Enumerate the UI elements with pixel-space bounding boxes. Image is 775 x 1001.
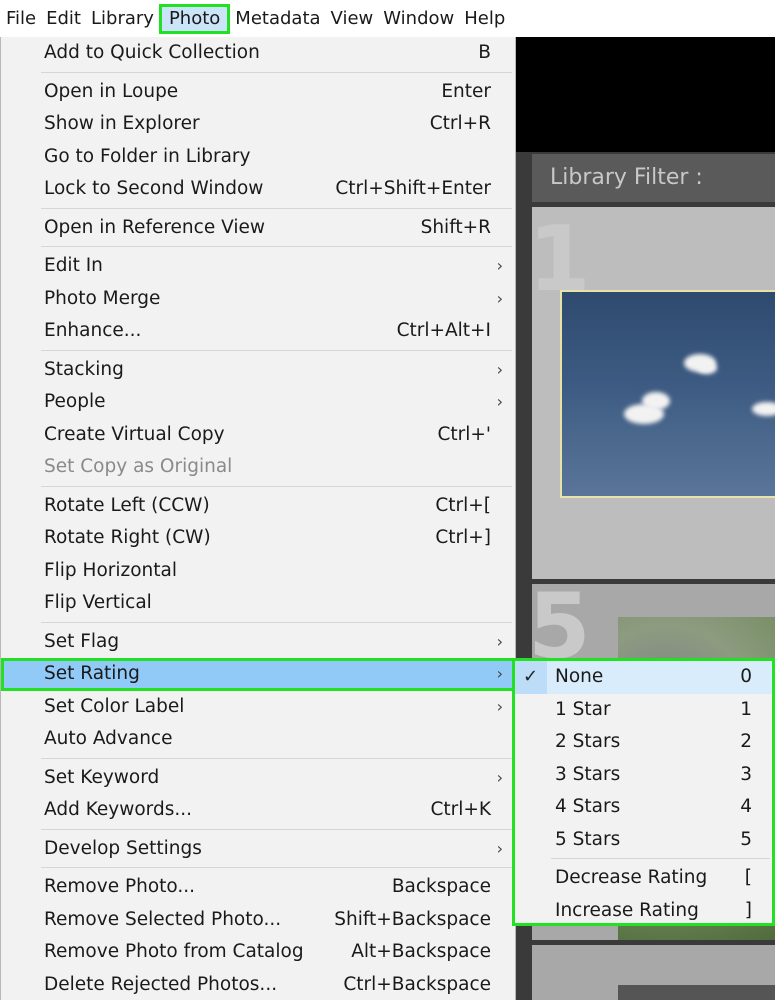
menu-window[interactable]: Window	[378, 4, 459, 34]
menu-item-lock-to-second-window[interactable]: Lock to Second WindowCtrl+Shift+Enter	[1, 173, 515, 206]
menu-item-add-keywords[interactable]: Add Keywords...Ctrl+K	[1, 794, 515, 827]
menu-item-rotate-right[interactable]: Rotate Right (CW)Ctrl+]	[1, 522, 515, 555]
menu-item-enhance[interactable]: Enhance...Ctrl+Alt+I	[1, 315, 515, 348]
chevron-right-icon: ›	[497, 762, 503, 795]
menu-item-create-virtual-copy[interactable]: Create Virtual CopyCtrl+'	[1, 419, 515, 452]
menu-item-flip-vertical[interactable]: Flip Vertical	[1, 587, 515, 620]
rating-item-none[interactable]: ✓None0	[515, 661, 772, 694]
menu-view[interactable]: View	[326, 4, 379, 34]
menu-item-flip-horizontal[interactable]: Flip Horizontal	[1, 555, 515, 588]
menu-item-set-rating[interactable]: Set Rating›	[1, 658, 515, 691]
menu-item-stacking[interactable]: Stacking›	[1, 354, 515, 387]
menu-item-remove-photo-from-catalog[interactable]: Remove Photo from CatalogAlt+Backspace	[1, 936, 515, 969]
photo-menu: Add to Quick CollectionB Open in LoupeEn…	[0, 37, 516, 1000]
menu-item-develop-settings[interactable]: Develop Settings›	[1, 833, 515, 866]
chevron-right-icon: ›	[497, 283, 503, 316]
chevron-right-icon: ›	[497, 833, 503, 866]
chevron-right-icon: ›	[497, 354, 503, 387]
menu-library[interactable]: Library	[86, 4, 159, 34]
checkmark-icon: ✓	[523, 661, 538, 694]
menu-item-remove-photo[interactable]: Remove Photo...Backspace	[1, 871, 515, 904]
menu-item-edit-in[interactable]: Edit In›	[1, 250, 515, 283]
photo-thumbnail[interactable]	[618, 985, 775, 1000]
menu-item-photo-merge[interactable]: Photo Merge›	[1, 283, 515, 316]
rating-item-5-stars[interactable]: 5 Stars5	[515, 824, 772, 857]
menu-item-auto-advance[interactable]: Auto Advance	[1, 723, 515, 756]
chevron-right-icon: ›	[497, 250, 503, 283]
rating-item-2-stars[interactable]: 2 Stars2	[515, 726, 772, 759]
menu-item-show-in-explorer[interactable]: Show in ExplorerCtrl+R	[1, 108, 515, 141]
set-rating-submenu: ✓None0 1 Star1 2 Stars2 3 Stars3 4 Stars…	[512, 658, 775, 926]
rating-item-1-star[interactable]: 1 Star1	[515, 694, 772, 727]
rating-item-increase[interactable]: Increase Rating]	[515, 895, 772, 928]
menu-file[interactable]: File	[0, 4, 41, 34]
menu-item-go-to-folder[interactable]: Go to Folder in Library	[1, 141, 515, 174]
menu-item-set-flag[interactable]: Set Flag›	[1, 626, 515, 659]
menu-metadata[interactable]: Metadata	[230, 4, 325, 34]
rating-item-decrease[interactable]: Decrease Rating[	[515, 862, 772, 895]
menu-item-rotate-left[interactable]: Rotate Left (CCW)Ctrl+[	[1, 490, 515, 523]
menu-bar: File Edit Library Photo Metadata View Wi…	[0, 0, 775, 37]
menu-item-delete-rejected-photos[interactable]: Delete Rejected Photos...Ctrl+Backspace	[1, 969, 515, 1001]
menu-edit[interactable]: Edit	[41, 4, 86, 34]
top-panel-background	[515, 37, 775, 152]
menu-item-people[interactable]: People›	[1, 386, 515, 419]
chevron-right-icon: ›	[497, 386, 503, 419]
menu-help[interactable]: Help	[459, 4, 510, 34]
menu-item-set-copy-as-original: Set Copy as Original	[1, 451, 515, 484]
rating-item-4-stars[interactable]: 4 Stars4	[515, 791, 772, 824]
menu-item-add-to-quick-collection[interactable]: Add to Quick CollectionB	[1, 37, 515, 70]
library-filter-label: Library Filter :	[550, 165, 703, 190]
chevron-right-icon: ›	[497, 658, 503, 691]
menu-item-open-in-loupe[interactable]: Open in LoupeEnter	[1, 76, 515, 109]
photo-thumbnail-sky[interactable]	[560, 290, 775, 498]
menu-item-set-color-label[interactable]: Set Color Label›	[1, 691, 515, 724]
menu-item-set-keyword[interactable]: Set Keyword›	[1, 762, 515, 795]
chevron-right-icon: ›	[497, 691, 503, 724]
menu-photo[interactable]: Photo	[159, 4, 230, 34]
chevron-right-icon: ›	[497, 626, 503, 659]
menu-item-remove-selected-photo[interactable]: Remove Selected Photo...Shift+Backspace	[1, 904, 515, 937]
rating-item-3-stars[interactable]: 3 Stars3	[515, 759, 772, 792]
library-filter-bar[interactable]: Library Filter :	[532, 154, 775, 202]
menu-item-open-in-reference-view[interactable]: Open in Reference ViewShift+R	[1, 212, 515, 245]
